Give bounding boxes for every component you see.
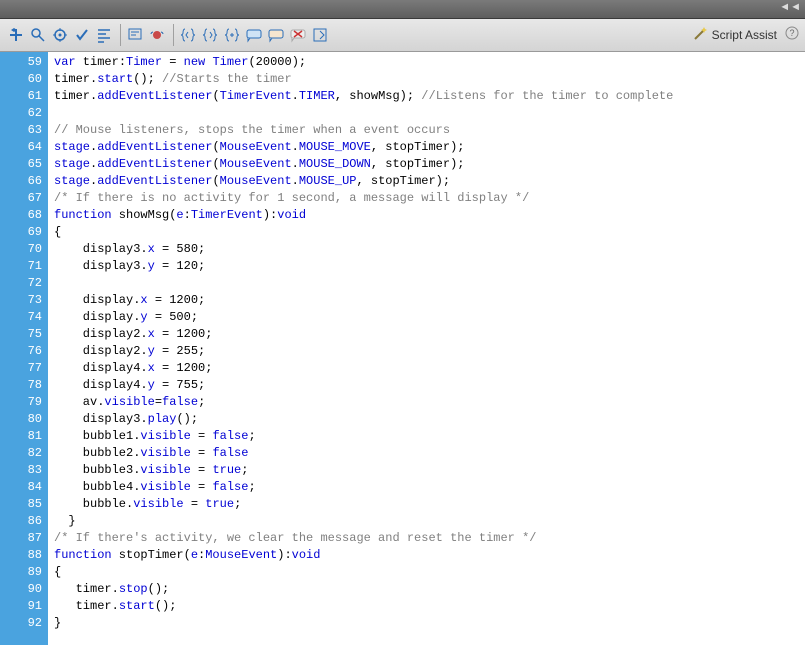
debug-options-icon[interactable]	[147, 25, 167, 45]
line-number: 70	[0, 241, 42, 258]
line-number: 82	[0, 445, 42, 462]
line-number: 61	[0, 88, 42, 105]
code-editor[interactable]: 5960616263646566676869707172737475767778…	[0, 52, 805, 645]
line-number: 60	[0, 71, 42, 88]
line-number: 74	[0, 309, 42, 326]
script-assist-label: Script Assist	[712, 28, 777, 42]
code-line[interactable]: /* If there is no activity for 1 second,…	[54, 190, 805, 207]
toolbar-separator	[120, 24, 121, 46]
code-line[interactable]: display3.play();	[54, 411, 805, 428]
line-number: 80	[0, 411, 42, 428]
line-number: 65	[0, 156, 42, 173]
actions-toolbar: Script Assist ?	[0, 19, 805, 52]
code-line[interactable]: stage.addEventListener(MouseEvent.MOUSE_…	[54, 156, 805, 173]
line-number: 73	[0, 292, 42, 309]
code-line[interactable]: display4.x = 1200;	[54, 360, 805, 377]
code-line[interactable]: function stopTimer(e:MouseEvent):void	[54, 547, 805, 564]
auto-format-icon[interactable]	[94, 25, 114, 45]
line-number: 63	[0, 122, 42, 139]
code-line[interactable]: timer.stop();	[54, 581, 805, 598]
insert-target-icon[interactable]	[50, 25, 70, 45]
line-number: 86	[0, 513, 42, 530]
line-number: 71	[0, 258, 42, 275]
toolbar-separator	[173, 24, 174, 46]
add-script-icon[interactable]	[6, 25, 26, 45]
collapse-selection-icon[interactable]	[200, 25, 220, 45]
find-icon[interactable]	[28, 25, 48, 45]
collapse-panel-icon[interactable]: ◄◄	[779, 1, 801, 13]
collapse-between-braces-icon[interactable]	[178, 25, 198, 45]
code-line[interactable]: timer.start(); //Starts the timer	[54, 71, 805, 88]
line-number: 77	[0, 360, 42, 377]
line-number: 90	[0, 581, 42, 598]
line-number: 81	[0, 428, 42, 445]
code-line[interactable]: /* If there's activity, we clear the mes…	[54, 530, 805, 547]
line-number: 67	[0, 190, 42, 207]
wand-icon	[692, 26, 708, 45]
code-line[interactable]: display2.x = 1200;	[54, 326, 805, 343]
code-line[interactable]: stage.addEventListener(MouseEvent.MOUSE_…	[54, 173, 805, 190]
code-line[interactable]: display.y = 500;	[54, 309, 805, 326]
line-number: 72	[0, 275, 42, 292]
check-syntax-icon[interactable]	[72, 25, 92, 45]
line-number: 88	[0, 547, 42, 564]
line-number: 83	[0, 462, 42, 479]
line-number: 84	[0, 479, 42, 496]
show-code-hint-icon[interactable]	[125, 25, 145, 45]
code-line[interactable]: {	[54, 224, 805, 241]
code-line[interactable]: bubble3.visible = true;	[54, 462, 805, 479]
code-line[interactable]: }	[54, 513, 805, 530]
line-number: 79	[0, 394, 42, 411]
code-line[interactable]: stage.addEventListener(MouseEvent.MOUSE_…	[54, 139, 805, 156]
line-number: 92	[0, 615, 42, 632]
code-line[interactable]: display3.y = 120;	[54, 258, 805, 275]
apply-line-comment-icon[interactable]	[266, 25, 286, 45]
code-line[interactable]: timer.addEventListener(TimerEvent.TIMER,…	[54, 88, 805, 105]
code-line[interactable]: function showMsg(e:TimerEvent):void	[54, 207, 805, 224]
code-line[interactable]: display.x = 1200;	[54, 292, 805, 309]
line-number: 87	[0, 530, 42, 547]
line-number: 78	[0, 377, 42, 394]
line-number: 62	[0, 105, 42, 122]
expand-all-icon[interactable]	[222, 25, 242, 45]
panel-titlebar: ◄◄	[0, 0, 805, 19]
line-number-gutter: 5960616263646566676869707172737475767778…	[0, 52, 48, 645]
code-line[interactable]: {	[54, 564, 805, 581]
code-line[interactable]: bubble1.visible = false;	[54, 428, 805, 445]
code-line[interactable]: display4.y = 755;	[54, 377, 805, 394]
line-number: 64	[0, 139, 42, 156]
code-line[interactable]: var timer:Timer = new Timer(20000);	[54, 54, 805, 71]
code-line[interactable]: // Mouse listeners, stops the timer when…	[54, 122, 805, 139]
code-line[interactable]: }	[54, 615, 805, 632]
line-number: 59	[0, 54, 42, 71]
code-line[interactable]	[54, 275, 805, 292]
code-line[interactable]	[54, 105, 805, 122]
svg-text:?: ?	[789, 28, 794, 38]
apply-block-comment-icon[interactable]	[244, 25, 264, 45]
remove-comment-icon[interactable]	[288, 25, 308, 45]
line-number: 91	[0, 598, 42, 615]
code-line[interactable]: display3.x = 580;	[54, 241, 805, 258]
line-number: 66	[0, 173, 42, 190]
line-number: 85	[0, 496, 42, 513]
code-line[interactable]: bubble2.visible = false	[54, 445, 805, 462]
code-line[interactable]: bubble4.visible = false;	[54, 479, 805, 496]
line-number: 75	[0, 326, 42, 343]
show-hide-toolbox-icon[interactable]	[310, 25, 330, 45]
line-number: 76	[0, 343, 42, 360]
code-content[interactable]: var timer:Timer = new Timer(20000);timer…	[48, 52, 805, 645]
code-line[interactable]: bubble.visible = true;	[54, 496, 805, 513]
line-number: 89	[0, 564, 42, 581]
script-assist-button[interactable]: Script Assist	[692, 26, 777, 45]
line-number: 68	[0, 207, 42, 224]
line-number: 69	[0, 224, 42, 241]
code-line[interactable]: display2.y = 255;	[54, 343, 805, 360]
help-icon[interactable]: ?	[785, 26, 799, 44]
code-line[interactable]: timer.start();	[54, 598, 805, 615]
code-line[interactable]: av.visible=false;	[54, 394, 805, 411]
